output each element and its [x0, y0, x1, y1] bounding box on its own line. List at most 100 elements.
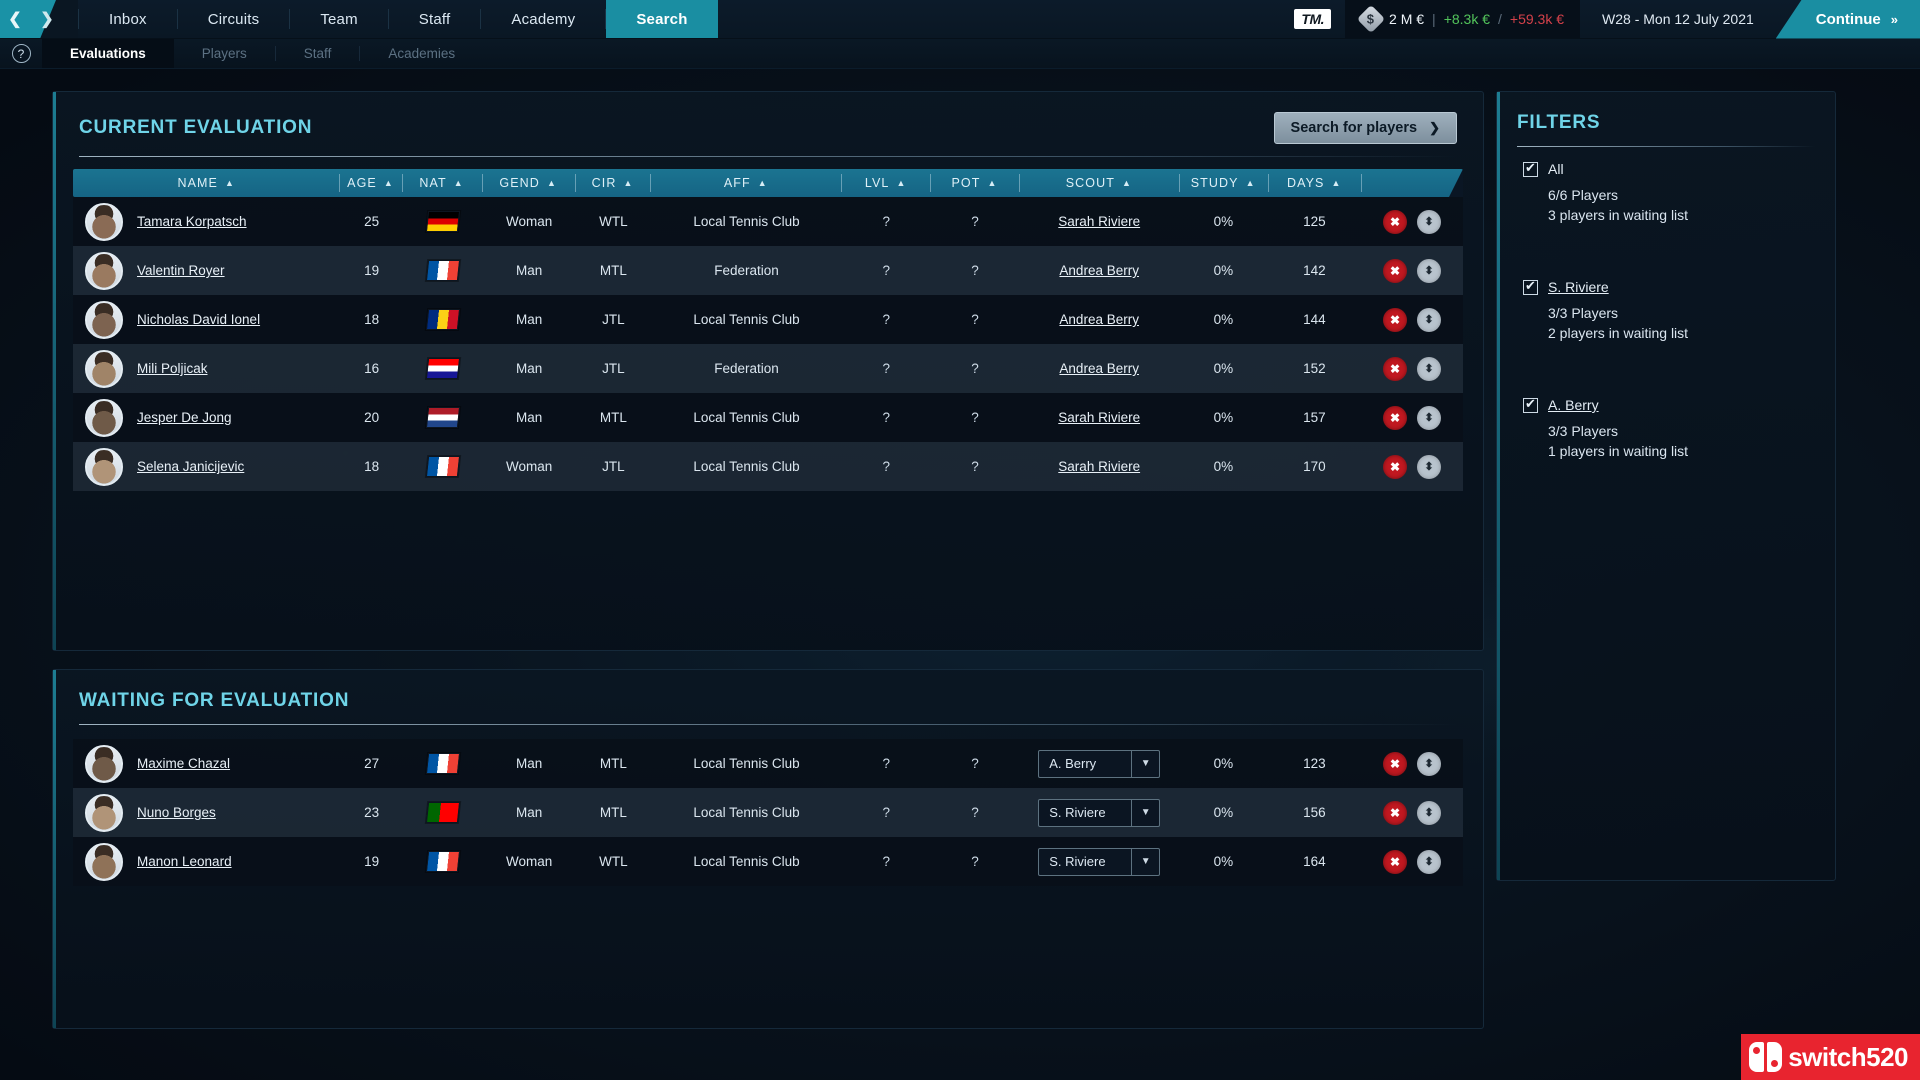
filter-checkbox[interactable]: ✔: [1523, 398, 1538, 413]
cell-name: Valentin Royer: [73, 246, 341, 295]
column-header-lvl[interactable]: LVL▲: [841, 169, 930, 197]
tab-academies[interactable]: Academies: [360, 39, 483, 68]
scout-name-link[interactable]: Sarah Riviere: [1058, 214, 1140, 229]
cell-age-value: 18: [364, 312, 379, 327]
move-player-button[interactable]: ⬍: [1417, 210, 1441, 234]
column-header-nat[interactable]: NAT▲: [402, 169, 482, 197]
table-row[interactable]: Nicholas David Ionel18ManJTLLocal Tennis…: [73, 295, 1463, 344]
filter-checkbox[interactable]: ✔: [1523, 280, 1538, 295]
filter-players-count: 3/3 Players: [1523, 305, 1835, 321]
table-row[interactable]: Selena Janicijevic18WomanJTLLocal Tennis…: [73, 442, 1463, 491]
finance-summary[interactable]: $ 2 M € | +8.3k € / +59.3k €: [1345, 0, 1580, 38]
column-header-age[interactable]: AGE▲: [339, 169, 401, 197]
scout-name-link[interactable]: Andrea Berry: [1059, 361, 1139, 376]
chevron-down-icon[interactable]: ▼: [1131, 849, 1159, 875]
table-row[interactable]: Maxime Chazal27ManMTLLocal Tennis Club??…: [73, 739, 1463, 788]
player-name-link[interactable]: Tamara Korpatsch: [137, 214, 247, 229]
tab-players[interactable]: Players: [174, 39, 275, 68]
scout-name-link[interactable]: Andrea Berry: [1059, 263, 1139, 278]
forward-arrow-icon[interactable]: ❯: [32, 0, 62, 39]
avatar[interactable]: [85, 745, 123, 783]
help-button[interactable]: ?: [0, 39, 42, 68]
cell-cir: MTL: [576, 393, 651, 442]
avatar[interactable]: [85, 252, 123, 290]
filter-label[interactable]: S. Riviere: [1548, 279, 1609, 295]
cell-age: 18: [341, 295, 403, 344]
player-name-link[interactable]: Valentin Royer: [137, 263, 225, 278]
scout-name-link[interactable]: Sarah Riviere: [1058, 459, 1140, 474]
move-player-button[interactable]: ⬍: [1417, 455, 1441, 479]
remove-player-button[interactable]: ✖: [1383, 406, 1407, 430]
search-for-players-button[interactable]: Search for players ❯: [1274, 112, 1457, 144]
remove-player-button[interactable]: ✖: [1383, 357, 1407, 381]
column-header-scout[interactable]: SCOUT▲: [1019, 169, 1179, 197]
scout-select-value: S. Riviere: [1039, 805, 1105, 820]
player-name-link[interactable]: Maxime Chazal: [137, 756, 230, 771]
column-header-study[interactable]: STUDY▲: [1179, 169, 1268, 197]
nav-item-team[interactable]: Team: [290, 0, 387, 38]
column-header-cir[interactable]: CIR▲: [575, 169, 651, 197]
filter-label[interactable]: A. Berry: [1548, 397, 1599, 413]
nav-item-inbox[interactable]: Inbox: [79, 0, 177, 38]
tab-staff[interactable]: Staff: [276, 39, 360, 68]
remove-player-button[interactable]: ✖: [1383, 210, 1407, 234]
table-row[interactable]: Manon Leonard19WomanWTLLocal Tennis Club…: [73, 837, 1463, 886]
player-name-link[interactable]: Mili Poljicak: [137, 361, 208, 376]
remove-player-button[interactable]: ✖: [1383, 801, 1407, 825]
table-row[interactable]: Valentin Royer19ManMTLFederation??Andrea…: [73, 246, 1463, 295]
continue-button[interactable]: Continue »: [1776, 0, 1920, 39]
player-name-link[interactable]: Nicholas David Ionel: [137, 312, 260, 327]
move-player-button[interactable]: ⬍: [1417, 406, 1441, 430]
avatar[interactable]: [85, 301, 123, 339]
player-name-link[interactable]: Jesper De Jong: [137, 410, 232, 425]
cell-gend: Man: [483, 739, 576, 788]
remove-player-button[interactable]: ✖: [1383, 752, 1407, 776]
column-header-actions: [1361, 169, 1463, 197]
filter-checkbox[interactable]: ✔: [1523, 162, 1538, 177]
avatar[interactable]: [85, 843, 123, 881]
tab-evaluations[interactable]: Evaluations: [42, 39, 174, 68]
avatar[interactable]: [85, 794, 123, 832]
column-header-days[interactable]: DAYS▲: [1268, 169, 1361, 197]
remove-player-button[interactable]: ✖: [1383, 308, 1407, 332]
column-header-pot[interactable]: POT▲: [930, 169, 1019, 197]
switch-icon: [1749, 1042, 1782, 1072]
table-row[interactable]: Nuno Borges23ManMTLLocal Tennis Club??S.…: [73, 788, 1463, 837]
column-header-aff[interactable]: AFF▲: [650, 169, 841, 197]
scout-select[interactable]: S. Riviere▼: [1038, 848, 1160, 876]
nav-item-circuits[interactable]: Circuits: [178, 0, 290, 38]
remove-player-button[interactable]: ✖: [1383, 850, 1407, 874]
move-player-button[interactable]: ⬍: [1417, 357, 1441, 381]
move-player-button[interactable]: ⬍: [1417, 308, 1441, 332]
nav-item-staff[interactable]: Staff: [389, 0, 481, 38]
table-row[interactable]: Tamara Korpatsch25WomanWTLLocal Tennis C…: [73, 197, 1463, 246]
avatar[interactable]: [85, 448, 123, 486]
nav-item-academy[interactable]: Academy: [481, 0, 605, 38]
scout-select[interactable]: A. Berry▼: [1038, 750, 1160, 778]
avatar[interactable]: [85, 399, 123, 437]
move-player-button[interactable]: ⬍: [1417, 752, 1441, 776]
avatar-face: [87, 747, 121, 781]
player-name-link[interactable]: Nuno Borges: [137, 805, 216, 820]
column-header-gend[interactable]: GEND▲: [482, 169, 575, 197]
move-player-button[interactable]: ⬍: [1417, 259, 1441, 283]
table-row[interactable]: Jesper De Jong20ManMTLLocal Tennis Club?…: [73, 393, 1463, 442]
table-row[interactable]: Mili Poljicak16ManJTLFederation??Andrea …: [73, 344, 1463, 393]
back-arrow-icon[interactable]: ❮: [0, 0, 30, 39]
scout-name-link[interactable]: Andrea Berry: [1059, 312, 1139, 327]
move-player-button[interactable]: ⬍: [1417, 850, 1441, 874]
avatar[interactable]: [85, 350, 123, 388]
chevron-down-icon[interactable]: ▼: [1131, 751, 1159, 777]
player-name-link[interactable]: Selena Janicijevic: [137, 459, 244, 474]
scout-select[interactable]: S. Riviere ▼: [1038, 799, 1160, 827]
nav-item-search[interactable]: Search: [606, 0, 717, 38]
column-header-name[interactable]: NAME▲: [73, 169, 339, 197]
scout-name-link[interactable]: Sarah Riviere: [1058, 410, 1140, 425]
chevron-down-icon[interactable]: ▼: [1131, 800, 1159, 826]
move-player-button[interactable]: ⬍: [1417, 801, 1441, 825]
avatar[interactable]: [85, 203, 123, 241]
remove-player-button[interactable]: ✖: [1383, 455, 1407, 479]
remove-player-button[interactable]: ✖: [1383, 259, 1407, 283]
cell-pot-value: ?: [971, 361, 979, 376]
player-name-link[interactable]: Manon Leonard: [137, 854, 232, 869]
